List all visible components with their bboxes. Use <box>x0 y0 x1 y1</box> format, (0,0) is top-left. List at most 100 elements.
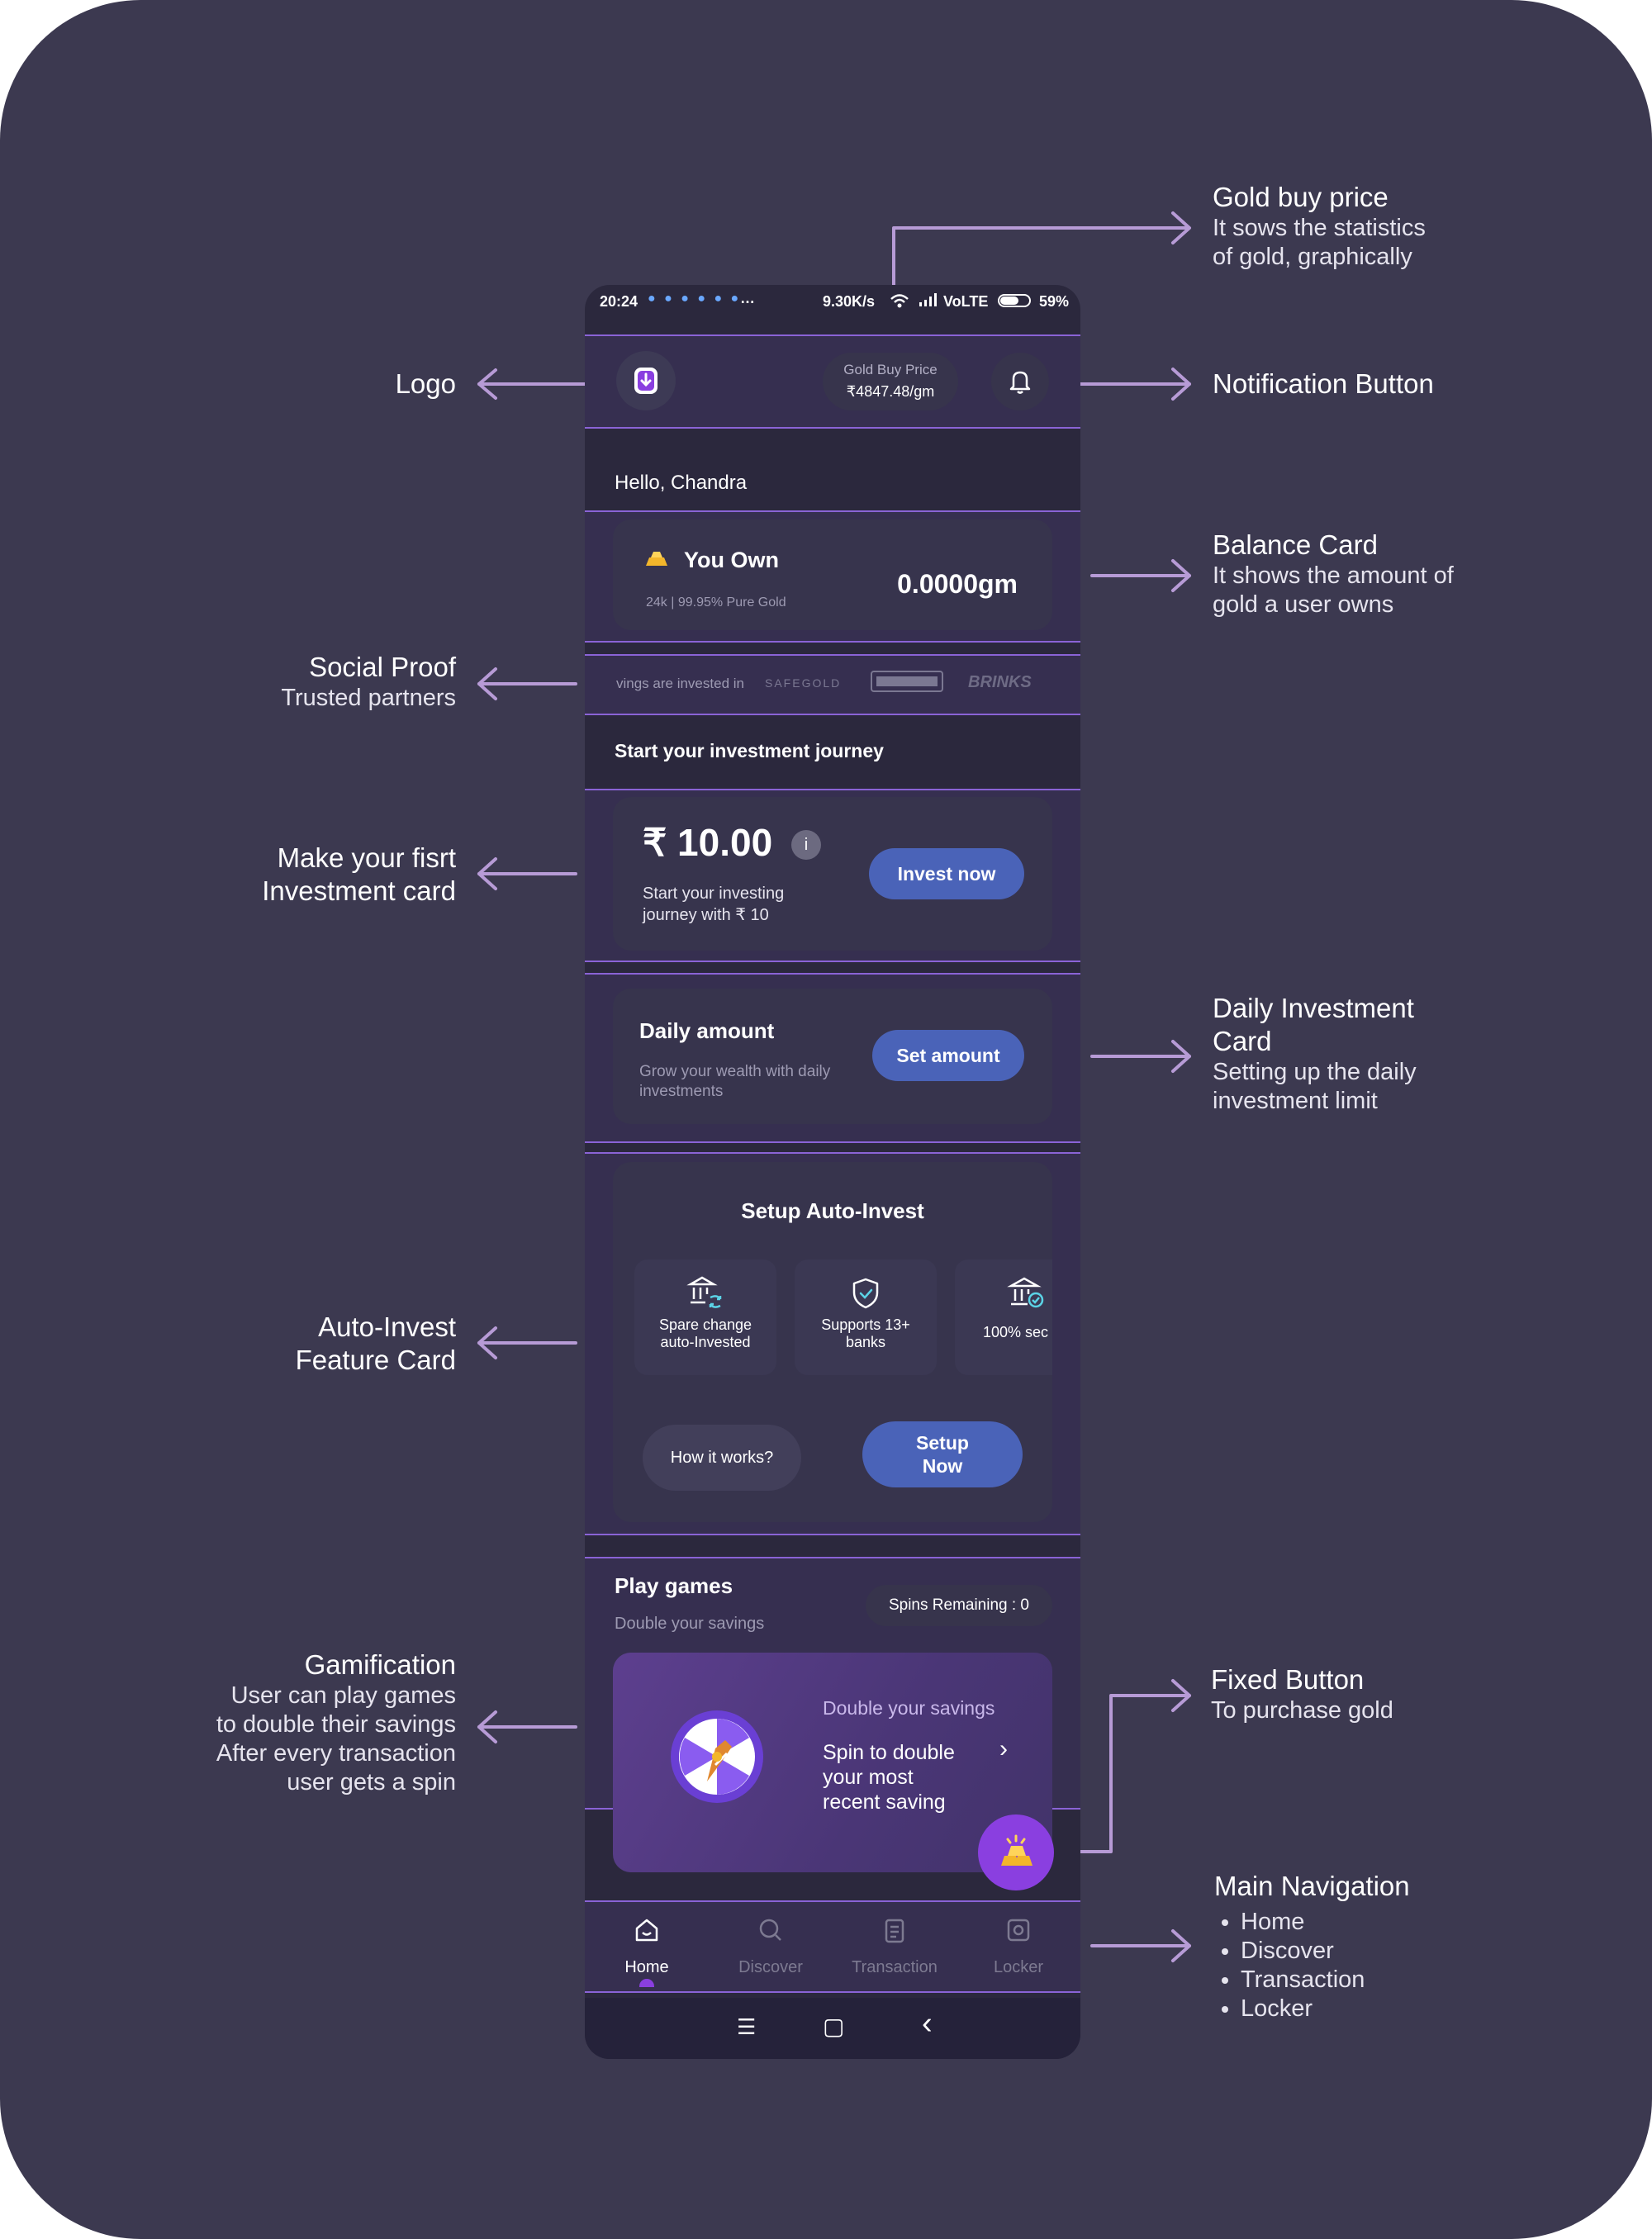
chevron-right-icon: › <box>999 1735 1008 1762</box>
banner-line: recent saving <box>823 1791 946 1814</box>
annotation-balance: Balance Card It shows the amount of gold… <box>1213 529 1454 619</box>
active-indicator <box>639 1979 654 1987</box>
daily-title: Daily amount <box>639 1018 775 1043</box>
games-title: Play games <box>615 1573 733 1598</box>
spin-wheel-icon <box>671 1710 763 1803</box>
info-icon[interactable]: i <box>791 830 821 860</box>
phone-screen: 20:24 ● ● ● ● ● ● … 9.30K/s VoLTE 59% Go… <box>585 285 1080 2059</box>
app-logo-icon <box>634 368 657 394</box>
annotation-desc: User can play games <box>230 1682 456 1709</box>
gold-price-pill[interactable]: Gold Buy Price ₹4847.48/gm <box>823 353 958 410</box>
bank-secure-icon <box>1007 1277 1044 1308</box>
partners-text: vings are invested in <box>616 676 744 691</box>
annotation-desc: of gold, graphically <box>1213 244 1412 270</box>
setup-label: Now <box>922 1455 963 1477</box>
annotation-desc: Setting up the daily <box>1213 1059 1417 1085</box>
annotation-notification: Notification Button <box>1213 368 1434 401</box>
annotation-nav-item: Home <box>1241 1908 1410 1937</box>
home-icon <box>635 1919 658 1942</box>
balance-card[interactable]: You Own 24k | 99.95% Pure Gold 0.0000gm <box>613 519 1052 630</box>
annotation-nav: Main Navigation Home Discover Transactio… <box>1214 1870 1410 2023</box>
invest-sub-2: journey with ₹ 10 <box>643 906 769 924</box>
annotation-fixed-button: Fixed Button To purchase gold <box>1211 1663 1393 1725</box>
invest-amount: ₹ 10.00 <box>643 821 773 864</box>
clipboard-icon <box>885 1919 904 1943</box>
status-battery: 59% <box>1039 293 1070 310</box>
nav-label: Locker <box>993 1958 1044 1976</box>
status-network: VoLTE <box>943 293 989 310</box>
gold-price-label: Gold Buy Price <box>843 362 938 377</box>
how-it-works-button[interactable]: How it works? <box>643 1425 801 1491</box>
annotation-gamification: Gamification User can play games to doub… <box>216 1648 456 1797</box>
presentation-frame: Logo Gold buy price It sows the statisti… <box>0 0 1652 2239</box>
back-icon[interactable]: ‹ <box>922 2006 933 2042</box>
setup-label: Setup <box>916 1432 969 1454</box>
buy-gold-fab[interactable] <box>978 1814 1054 1890</box>
annotation-nav-item: Transaction <box>1241 1966 1410 1995</box>
annotation-title: Logo <box>395 368 456 399</box>
daily-sub-2: investments <box>639 1083 724 1100</box>
annotation-title: Main Navigation <box>1214 1871 1410 1901</box>
partners-strip: vings are invested in SAFEGOLD BRINKS <box>613 664 1052 704</box>
feature-line: Spare change <box>658 1316 752 1333</box>
annotation-nav-item: Locker <box>1241 1995 1410 2023</box>
bell-icon <box>1009 371 1031 394</box>
banner-sub: Double your savings <box>823 1697 995 1719</box>
nav-label: Transaction <box>852 1958 938 1976</box>
annotation-nav-list: Home Discover Transaction Locker <box>1214 1908 1410 2023</box>
annotation-title: Make your fisrt <box>277 842 456 873</box>
balance-label: You Own <box>684 548 779 572</box>
home-square-icon[interactable]: ▢ <box>823 2013 844 2040</box>
setup-now-button[interactable]: Setup Now <box>862 1421 1023 1487</box>
annotation-desc: user gets a spin <box>287 1769 456 1795</box>
spins-remaining-badge: Spins Remaining : 0 <box>866 1585 1052 1626</box>
notification-button[interactable] <box>991 353 1049 410</box>
greeting: Hello, Chandra <box>615 472 748 494</box>
annotation-desc: It shows the amount of <box>1213 562 1454 589</box>
games-sub: Double your savings <box>615 1615 765 1633</box>
notification-icons: ● ● ● ● ● ● <box>648 292 742 306</box>
nav-locker[interactable]: Locker <box>957 1914 1080 1977</box>
auto-invest-card: Setup Auto-Invest Spare change auto-Inve… <box>613 1162 1052 1522</box>
annotation-daily: Daily Investment Card Setting up the dai… <box>1213 992 1417 1116</box>
partner-logo-box <box>871 671 943 692</box>
signal-icon <box>919 292 938 311</box>
annotation-title: Feature Card <box>295 1345 456 1375</box>
shield-check-icon <box>852 1278 879 1309</box>
annotation-title: Auto-Invest <box>318 1312 456 1342</box>
annotation-title: Daily Investment <box>1213 993 1414 1023</box>
feature-line: auto-Invested <box>660 1334 751 1350</box>
feature-banks: Supports 13+ banks <box>795 1259 937 1375</box>
annotation-title: Fixed Button <box>1211 1664 1365 1695</box>
daily-amount-card: Daily amount Grow your wealth with daily… <box>613 989 1052 1124</box>
set-amount-button[interactable]: Set amount <box>872 1030 1024 1081</box>
battery-icon <box>998 294 1031 307</box>
nav-home[interactable]: Home <box>585 1914 709 1987</box>
gold-price-value: ₹4847.48/gm <box>846 383 935 400</box>
more-icon: … <box>740 290 755 306</box>
system-nav-bar: ☰ ▢ ‹ <box>585 1998 1080 2059</box>
banner-line: Spin to double <box>823 1741 955 1764</box>
wifi-icon <box>889 292 910 314</box>
invest-now-button[interactable]: Invest now <box>869 848 1024 899</box>
feature-line: Supports 13+ <box>821 1316 910 1333</box>
safegold-logo: SAFEGOLD <box>765 676 842 690</box>
nav-transaction[interactable]: Transaction <box>833 1914 957 1977</box>
annotation-desc: to double their savings <box>216 1711 456 1738</box>
status-time: 20:24 <box>600 293 638 310</box>
annotation-gold-price: Gold buy price It sows the statistics of… <box>1213 181 1426 272</box>
annotation-desc: To purchase gold <box>1211 1697 1393 1724</box>
gold-bars-icon <box>1001 1834 1032 1866</box>
annotation-desc: gold a user owns <box>1213 591 1394 618</box>
first-invest-card: ₹ 10.00 i Start your investing journey w… <box>613 797 1052 951</box>
nav-discover[interactable]: Discover <box>709 1914 833 1977</box>
logo[interactable] <box>616 351 676 410</box>
annotation-social: Social Proof Trusted partners <box>281 651 456 713</box>
menu-icon[interactable]: ☰ <box>737 2014 756 2040</box>
feature-spare-change: Spare change auto-Invested <box>634 1259 776 1375</box>
daily-sub-1: Grow your wealth with daily <box>639 1063 831 1080</box>
annotation-desc: It sows the statistics <box>1213 215 1426 241</box>
brinks-logo: BRINKS <box>968 673 1032 691</box>
annotation-title: Investment card <box>262 875 456 906</box>
annotation-title: Social Proof <box>309 652 456 682</box>
